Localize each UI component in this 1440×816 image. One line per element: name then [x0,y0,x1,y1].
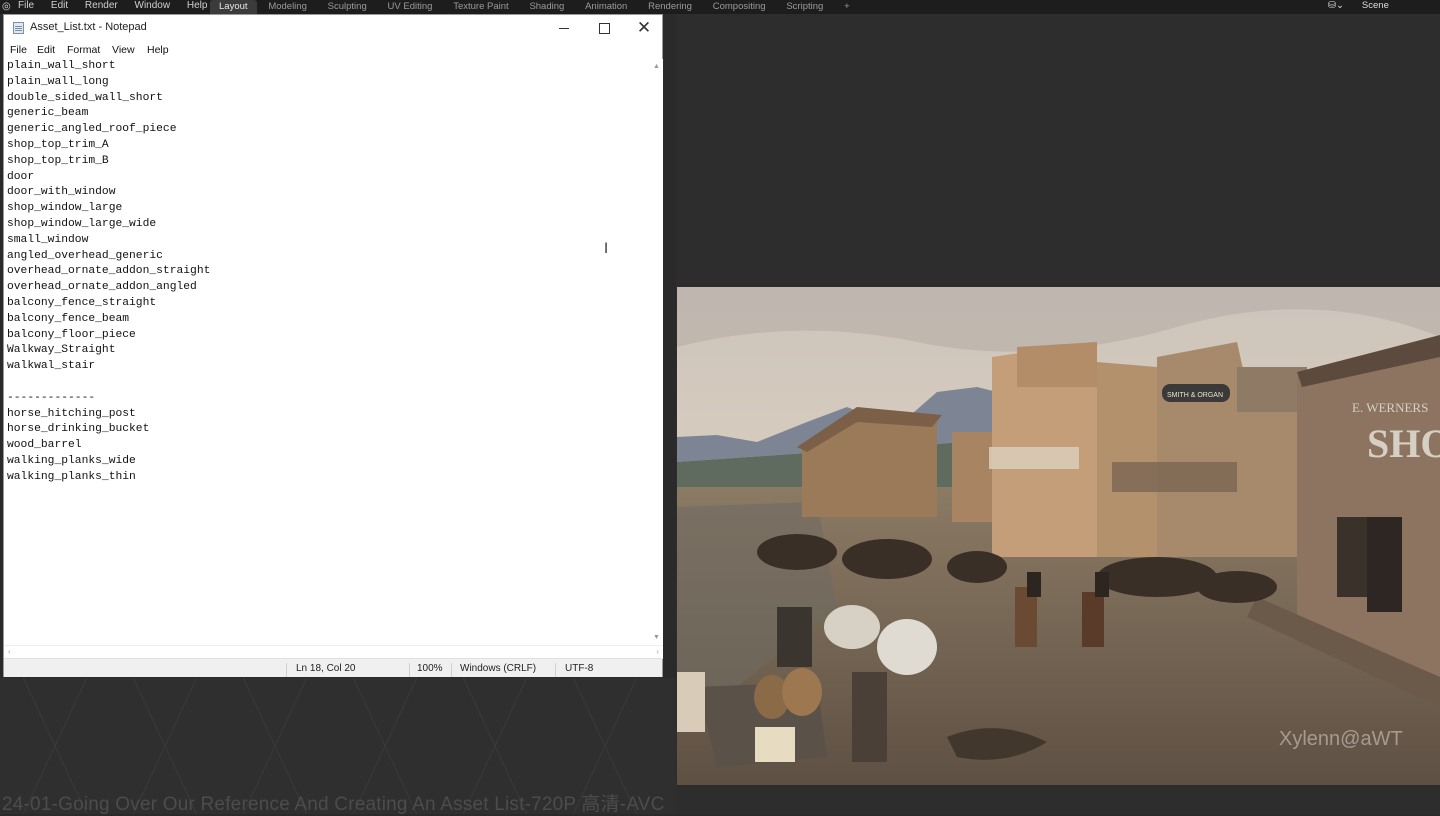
text-line: generic_beam [7,107,89,120]
text-line: Walkway_Straight [7,344,116,357]
text-line: door [7,170,35,183]
text-line: balcony_fence_beam [7,312,130,325]
tab-modeling[interactable]: Modeling [259,0,316,14]
text-line: double_sided_wall_short [7,91,163,104]
text-line: shop_top_trim_A [7,138,109,151]
scene-icon: ⛁⌄ [1328,0,1344,11]
tab-sculpting[interactable]: Sculpting [319,0,376,14]
notepad-window: Asset_List.txt - Notepad ✕ File Edit For… [3,14,663,677]
text-line: angled_overhead_generic [7,249,163,262]
text-line: small_window [7,233,89,246]
scroll-left-icon[interactable]: ‹ [8,647,11,656]
text-line: overhead_ornate_addon_straight [7,265,211,278]
shop-sign-small: E. WERNERS [1352,400,1428,415]
text-line: shop_window_large_wide [7,217,157,230]
scroll-up-icon[interactable]: ▲ [653,63,660,70]
zoom-level: 100% [417,663,443,674]
tab-rendering[interactable]: Rendering [639,0,701,14]
blender-menu-window[interactable]: Window [135,0,171,11]
blender-menu-file[interactable]: File [18,0,34,11]
menu-help[interactable]: Help [147,44,169,56]
text-line: walkwal_stair [7,360,96,373]
text-line: ------------- [7,391,96,404]
minimize-button[interactable] [544,15,584,41]
tab-uv-editing[interactable]: UV Editing [379,0,442,14]
maximize-button[interactable] [584,15,624,41]
blender-logo-icon[interactable]: ◎ [2,1,11,12]
vertical-scrollbar[interactable]: ▲ ▼ [650,59,663,645]
status-divider [555,663,556,677]
text-line: door_with_window [7,186,116,199]
text-line: walking_planks_thin [7,470,136,483]
menu-edit[interactable]: Edit [37,44,55,56]
western-town-photo: SHOP E. WERNERS SMITH & ORGAN Xylenn@aWT [677,287,1440,785]
text-line: balcony_fence_straight [7,296,157,309]
notepad-app-icon [13,22,24,34]
tab-compositing[interactable]: Compositing [704,0,775,14]
text-line: horse_hitching_post [7,407,136,420]
horizontal-scrollbar[interactable]: ‹ › [4,645,663,659]
menu-file[interactable]: File [10,44,27,56]
shop-sign: SHOP [1367,421,1440,466]
maximize-icon [599,23,610,34]
status-divider [409,663,410,677]
tab-shading[interactable]: Shading [520,0,573,14]
status-divider [286,663,287,677]
text-line: walking_planks_wide [7,454,136,467]
minimize-icon [559,28,569,29]
blender-topbar: ◎ File Edit Render Window Help Layout Mo… [0,0,1440,14]
status-divider [451,663,452,677]
tab-animation[interactable]: Animation [576,0,636,14]
reference-image: SHOP E. WERNERS SMITH & ORGAN Xylenn@aWT [677,287,1440,785]
status-bar: Ln 18, Col 20 100% Windows (CRLF) UTF-8 [4,658,662,677]
add-workspace-button[interactable]: + [835,0,859,14]
cursor-position: Ln 18, Col 20 [296,663,356,674]
watermark: Xylenn@aWT [1279,728,1403,750]
ibeam-cursor-icon: I [604,241,609,257]
notepad-titlebar[interactable]: Asset_List.txt - Notepad ✕ [4,15,662,41]
text-line: shop_window_large [7,202,123,215]
text-line: generic_angled_roof_piece [7,123,177,136]
encoding: UTF-8 [565,663,594,674]
workspace-tabs: Layout Modeling Sculpting UV Editing Tex… [210,0,859,14]
scroll-right-icon[interactable]: › [656,647,659,656]
text-line [4,375,650,391]
blender-menu-render[interactable]: Render [85,0,118,11]
scene-label: Scene [1361,0,1389,11]
text-line: overhead_ornate_addon_angled [7,281,197,294]
blender-menu-help[interactable]: Help [187,0,208,11]
scene-selector[interactable]: ⛁⌄ Scene [1328,0,1389,12]
text-line: horse_drinking_bucket [7,423,150,436]
notepad-menubar: File Edit Format View Help [4,41,662,59]
menu-view[interactable]: View [112,44,135,56]
window-title: Asset_List.txt - Notepad [30,21,147,33]
close-button[interactable]: ✕ [624,15,664,41]
text-line: wood_barrel [7,439,82,452]
text-editor-area[interactable]: plain_wall_short plain_wall_long double_… [4,59,650,645]
close-icon: ✕ [636,18,652,37]
tab-layout[interactable]: Layout [210,0,257,14]
video-caption: 24-01-Going Over Our Reference And Creat… [2,794,665,815]
menu-format[interactable]: Format [67,44,100,56]
scroll-down-icon[interactable]: ▼ [653,634,660,641]
text-line: plain_wall_long [7,75,109,88]
blender-menu: File Edit Render Window Help [18,0,221,14]
text-line: balcony_floor_piece [7,328,136,341]
hanging-sign: SMITH & ORGAN [1167,392,1223,399]
text-line: shop_top_trim_B [7,154,109,167]
text-line: plain_wall_short [7,60,116,72]
blender-menu-edit[interactable]: Edit [51,0,68,11]
tab-texture-paint[interactable]: Texture Paint [444,0,517,14]
tab-scripting[interactable]: Scripting [777,0,832,14]
line-ending: Windows (CRLF) [460,663,537,674]
